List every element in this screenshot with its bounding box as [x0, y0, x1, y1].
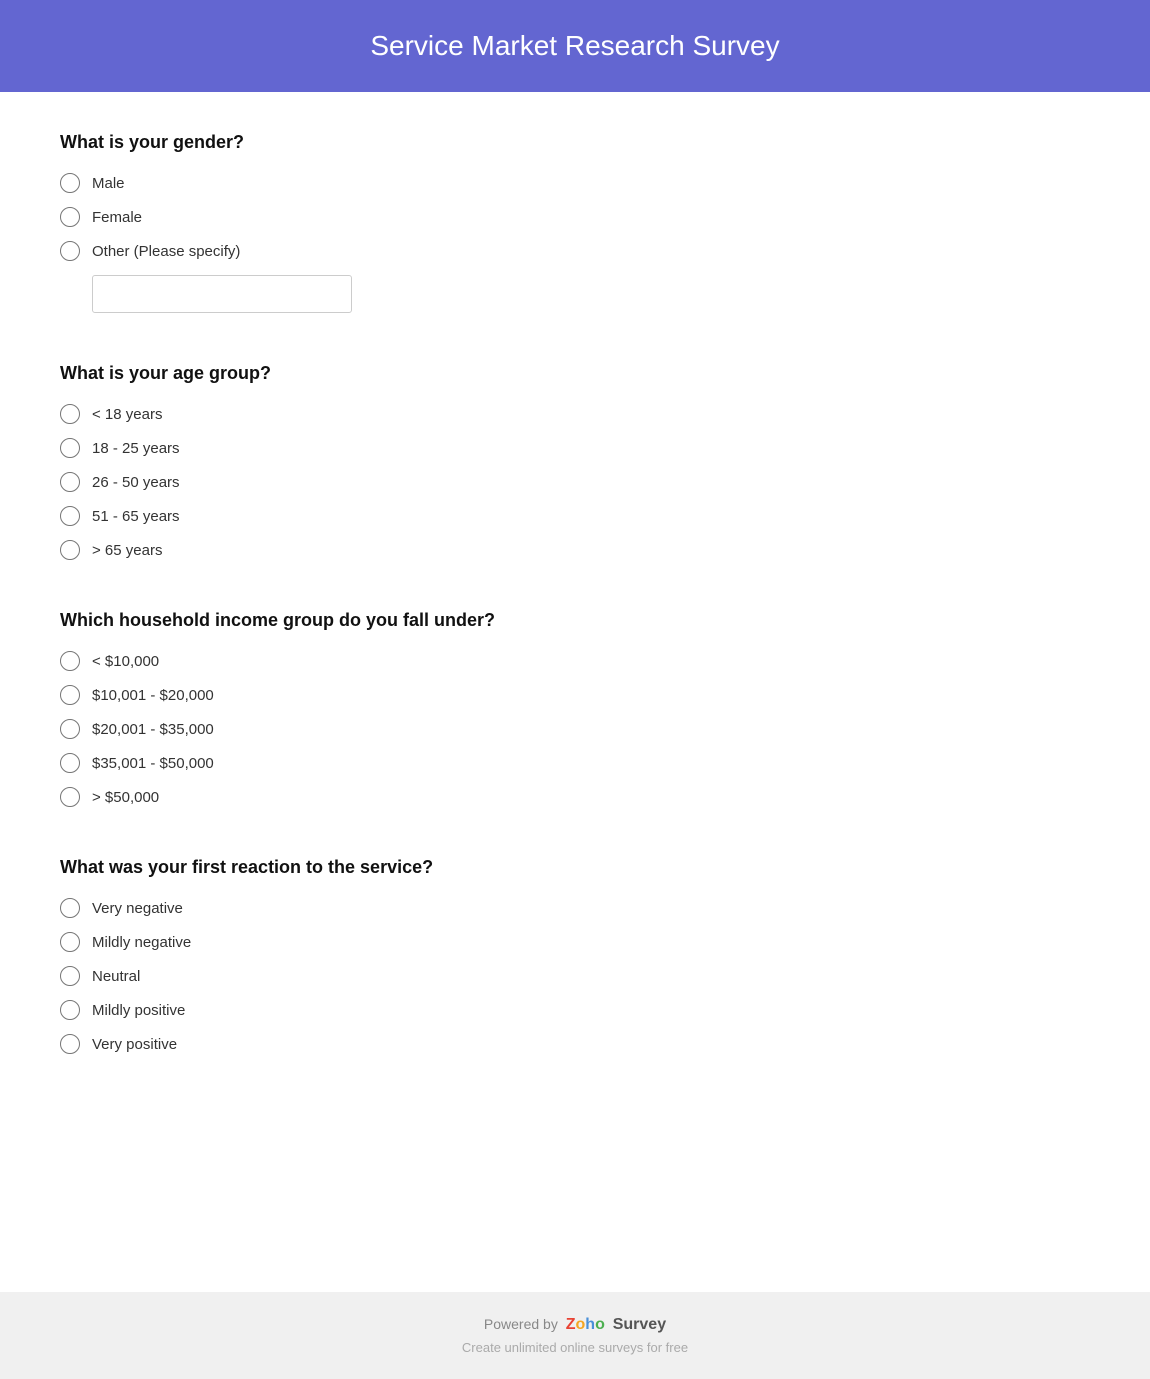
income-label-35k-50k: $35,001 - $50,000 — [92, 755, 214, 772]
question-reaction-label: What was your first reaction to the serv… — [60, 857, 1090, 878]
income-radio-35k-50k[interactable] — [60, 753, 80, 773]
reaction-label-very-positive: Very positive — [92, 1036, 177, 1053]
age-option-51-65[interactable]: 51 - 65 years — [60, 506, 1090, 526]
question-first-reaction: What was your first reaction to the serv… — [60, 857, 1090, 1054]
page-footer: Powered by Zoho Survey Create unlimited … — [0, 1292, 1150, 1379]
reaction-label-mildly-negative: Mildly negative — [92, 934, 191, 951]
income-label-under10k: < $10,000 — [92, 653, 159, 670]
reaction-radio-mildly-positive[interactable] — [60, 1000, 80, 1020]
zoho-o2: o — [595, 1316, 605, 1334]
gender-label-female: Female — [92, 209, 142, 226]
gender-radio-male[interactable] — [60, 173, 80, 193]
footer-survey-label: Survey — [613, 1316, 666, 1333]
reaction-label-mildly-positive: Mildly positive — [92, 1002, 185, 1019]
age-label-51-65: 51 - 65 years — [92, 508, 180, 525]
zoho-z: Z — [566, 1316, 576, 1334]
reaction-option-neutral[interactable]: Neutral — [60, 966, 1090, 986]
page-title: Service Market Research Survey — [20, 30, 1130, 62]
income-option-10k-20k[interactable]: $10,001 - $20,000 — [60, 685, 1090, 705]
reaction-radio-neutral[interactable] — [60, 966, 80, 986]
footer-powered-text: Powered by — [484, 1316, 558, 1332]
income-radio-20k-35k[interactable] — [60, 719, 80, 739]
age-option-26-50[interactable]: 26 - 50 years — [60, 472, 1090, 492]
question-income-group: Which household income group do you fall… — [60, 610, 1090, 807]
gender-label-male: Male — [92, 175, 125, 192]
reaction-option-mildly-negative[interactable]: Mildly negative — [60, 932, 1090, 952]
question-gender: What is your gender? Male Female Other (… — [60, 132, 1090, 313]
reaction-radio-very-positive[interactable] — [60, 1034, 80, 1054]
zoho-logo: Zoho — [566, 1316, 605, 1334]
age-radio-51-65[interactable] — [60, 506, 80, 526]
age-radio-18-25[interactable] — [60, 438, 80, 458]
reaction-option-very-positive[interactable]: Very positive — [60, 1034, 1090, 1054]
age-option-under18[interactable]: < 18 years — [60, 404, 1090, 424]
reaction-radio-mildly-negative[interactable] — [60, 932, 80, 952]
reaction-option-mildly-positive[interactable]: Mildly positive — [60, 1000, 1090, 1020]
age-radio-over65[interactable] — [60, 540, 80, 560]
income-option-20k-35k[interactable]: $20,001 - $35,000 — [60, 719, 1090, 739]
question-gender-label: What is your gender? — [60, 132, 1090, 153]
income-radio-over50k[interactable] — [60, 787, 80, 807]
gender-other-input[interactable] — [92, 275, 352, 313]
income-radio-under10k[interactable] — [60, 651, 80, 671]
gender-radio-female[interactable] — [60, 207, 80, 227]
page-header: Service Market Research Survey — [0, 0, 1150, 92]
question-income-label: Which household income group do you fall… — [60, 610, 1090, 631]
income-radio-10k-20k[interactable] — [60, 685, 80, 705]
reaction-label-very-negative: Very negative — [92, 900, 183, 917]
reaction-option-very-negative[interactable]: Very negative — [60, 898, 1090, 918]
age-option-18-25[interactable]: 18 - 25 years — [60, 438, 1090, 458]
income-label-10k-20k: $10,001 - $20,000 — [92, 687, 214, 704]
gender-label-other: Other (Please specify) — [92, 243, 240, 260]
survey-content: What is your gender? Male Female Other (… — [0, 92, 1150, 1292]
age-label-18-25: 18 - 25 years — [92, 440, 180, 457]
gender-option-male[interactable]: Male — [60, 173, 1090, 193]
zoho-h: h — [585, 1316, 595, 1334]
reaction-radio-very-negative[interactable] — [60, 898, 80, 918]
footer-powered-row: Powered by Zoho Survey — [20, 1316, 1130, 1334]
age-option-over65[interactable]: > 65 years — [60, 540, 1090, 560]
income-label-over50k: > $50,000 — [92, 789, 159, 806]
question-age-group: What is your age group? < 18 years 18 - … — [60, 363, 1090, 560]
income-label-20k-35k: $20,001 - $35,000 — [92, 721, 214, 738]
age-label-26-50: 26 - 50 years — [92, 474, 180, 491]
zoho-o1: o — [576, 1316, 586, 1334]
age-radio-26-50[interactable] — [60, 472, 80, 492]
income-option-under10k[interactable]: < $10,000 — [60, 651, 1090, 671]
question-age-label: What is your age group? — [60, 363, 1090, 384]
gender-radio-other[interactable] — [60, 241, 80, 261]
gender-option-other[interactable]: Other (Please specify) — [60, 241, 1090, 261]
income-option-over50k[interactable]: > $50,000 — [60, 787, 1090, 807]
age-label-under18: < 18 years — [92, 406, 162, 423]
gender-option-female[interactable]: Female — [60, 207, 1090, 227]
reaction-label-neutral: Neutral — [92, 968, 140, 985]
income-option-35k-50k[interactable]: $35,001 - $50,000 — [60, 753, 1090, 773]
age-label-over65: > 65 years — [92, 542, 162, 559]
footer-tagline: Create unlimited online surveys for free — [20, 1340, 1130, 1355]
age-radio-under18[interactable] — [60, 404, 80, 424]
